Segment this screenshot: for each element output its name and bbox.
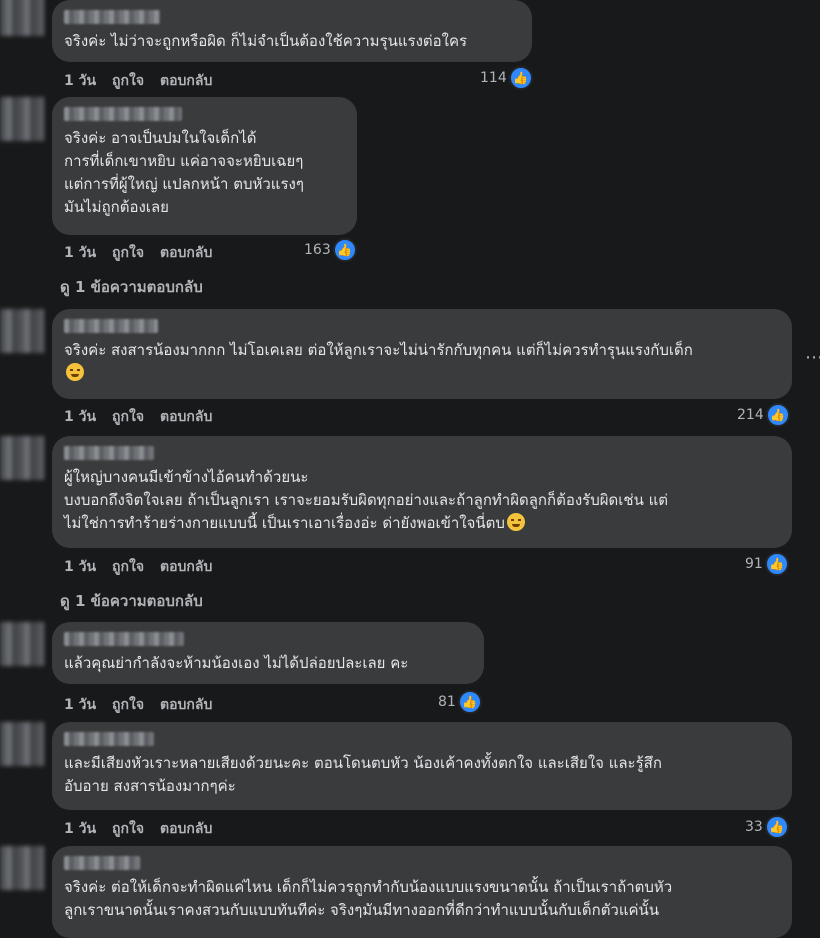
comment-actions: 1 วัน ถูกใจ ตอบกลับ (64, 818, 212, 840)
commenter-name-blurred[interactable] (64, 446, 154, 460)
reaction-count[interactable]: 214 👍 (737, 403, 790, 427)
comment-bubble: จริงค่ะ ต่อให้เด็กจะทำผิดแค่ไหน เด็กก็ไม… (52, 846, 792, 938)
comment-time[interactable]: 1 วัน (64, 70, 96, 92)
comment-text: จริงค่ะ ไม่ว่าจะถูกหรือผิด ก็ไม่จำเป็นต้… (64, 32, 468, 50)
reaction-count[interactable]: 163 👍 (304, 238, 357, 262)
comment-actions: 1 วัน ถูกใจ ตอบกลับ (64, 242, 212, 264)
view-replies-link[interactable]: ดู 1 ข้อความตอบกลับ (60, 589, 203, 613)
commenter-name-blurred[interactable] (64, 732, 154, 746)
like-reaction-icon: 👍 (764, 815, 789, 839)
comment-text-content: ผู้ใหญ่บางคนมีเข้าข้างไอ้คนทำด้วยนะ บงบอ… (64, 468, 669, 532)
reaction-count[interactable]: 91 👍 (745, 552, 789, 576)
reaction-count[interactable]: 81 👍 (438, 690, 482, 714)
view-replies-link[interactable]: ดู 1 ข้อความตอบกลับ (60, 275, 203, 299)
comment-text: ผู้ใหญ่บางคนมีเข้าข้างไอ้คนทำด้วยนะ บงบอ… (64, 466, 780, 535)
commenter-name-blurred[interactable] (64, 10, 160, 24)
commenter-name-blurred[interactable] (64, 856, 140, 870)
comment-bubble: แล้วคุณย่ากำลังจะห้ามน้องเอง ไม่ได้ปล่อย… (52, 622, 484, 684)
like-reaction-icon: 👍 (508, 66, 533, 90)
like-reaction-icon: 👍 (457, 690, 482, 714)
reaction-number: 81 (438, 694, 456, 710)
comment-text-content: จริงค่ะ สงสารน้องมากกก ไม่โอเคเลย ต่อให้… (64, 341, 693, 359)
comment-bubble: จริงค่ะ อาจเป็นปมในใจเด็กได้ การที่เด็กเ… (52, 97, 357, 235)
avatar[interactable] (0, 846, 44, 890)
comment-actions: 1 วัน ถูกใจ ตอบกลับ (64, 406, 212, 428)
avatar[interactable] (0, 722, 44, 766)
commenter-name-blurred[interactable] (64, 319, 158, 333)
reply-button[interactable]: ตอบกลับ (160, 694, 212, 716)
reply-button[interactable]: ตอบกลับ (160, 556, 212, 578)
avatar[interactable] (0, 622, 44, 666)
comment-time[interactable]: 1 วัน (64, 818, 96, 840)
commenter-name-blurred[interactable] (64, 632, 184, 646)
comment-time[interactable]: 1 วัน (64, 556, 96, 578)
comment-time[interactable]: 1 วัน (64, 406, 96, 428)
comment-actions: 1 วัน ถูกใจ ตอบกลับ (64, 70, 212, 92)
avatar[interactable] (0, 0, 44, 36)
like-button[interactable]: ถูกใจ (112, 242, 144, 264)
like-reaction-icon: 👍 (764, 552, 789, 576)
reaction-number: 214 (737, 407, 764, 423)
reply-button[interactable]: ตอบกลับ (160, 70, 212, 92)
comment-text: จริงค่ะ ต่อให้เด็กจะทำผิดแค่ไหน เด็กก็ไม… (64, 878, 673, 919)
comment-bubble: จริงค่ะ ไม่ว่าจะถูกหรือผิด ก็ไม่จำเป็นต้… (52, 0, 532, 62)
reply-button[interactable]: ตอบกลับ (160, 406, 212, 428)
commenter-name-blurred[interactable] (64, 107, 182, 121)
reply-button[interactable]: ตอบกลับ (160, 242, 212, 264)
reaction-number: 163 (304, 242, 331, 258)
comment-text: และมีเสียงหัวเราะหลายเสียงด้วยนะคะ ตอนโด… (64, 754, 662, 795)
reaction-count[interactable]: 33 👍 (745, 815, 789, 839)
reaction-number: 91 (745, 556, 763, 572)
comment-text: แล้วคุณย่ากำลังจะห้ามน้องเอง ไม่ได้ปล่อย… (64, 654, 409, 672)
comment-time[interactable]: 1 วัน (64, 694, 96, 716)
comment-bubble: และมีเสียงหัวเราะหลายเสียงด้วยนะคะ ตอนโด… (52, 722, 792, 810)
comment-time[interactable]: 1 วัน (64, 242, 96, 264)
like-reaction-icon: 👍 (332, 238, 357, 262)
comment-text: จริงค่ะ สงสารน้องมากกก ไม่โอเคเลย ต่อให้… (64, 339, 780, 385)
avatar[interactable] (0, 97, 44, 141)
like-button[interactable]: ถูกใจ (112, 818, 144, 840)
grinning-squinting-face-icon (66, 363, 84, 381)
comment-bubble: จริงค่ะ สงสารน้องมากกก ไม่โอเคเลย ต่อให้… (52, 309, 792, 399)
comment-text: จริงค่ะ อาจเป็นปมในใจเด็กได้ การที่เด็กเ… (64, 129, 304, 216)
comment-actions: 1 วัน ถูกใจ ตอบกลับ (64, 556, 212, 578)
like-button[interactable]: ถูกใจ (112, 694, 144, 716)
like-reaction-icon: 👍 (765, 403, 790, 427)
disappointed-face-icon (506, 513, 525, 531)
avatar[interactable] (0, 309, 44, 353)
comment-actions: 1 วัน ถูกใจ ตอบกลับ (64, 694, 212, 716)
reaction-number: 114 (480, 70, 507, 86)
ellipsis-icon[interactable]: ⋯ (805, 347, 820, 368)
like-button[interactable]: ถูกใจ (112, 556, 144, 578)
reaction-number: 33 (745, 819, 763, 835)
comment-bubble: ผู้ใหญ่บางคนมีเข้าข้างไอ้คนทำด้วยนะ บงบอ… (52, 436, 792, 548)
reaction-count[interactable]: 114 👍 (480, 66, 533, 90)
like-button[interactable]: ถูกใจ (112, 70, 144, 92)
like-button[interactable]: ถูกใจ (112, 406, 144, 428)
avatar[interactable] (0, 436, 44, 480)
reply-button[interactable]: ตอบกลับ (160, 818, 212, 840)
